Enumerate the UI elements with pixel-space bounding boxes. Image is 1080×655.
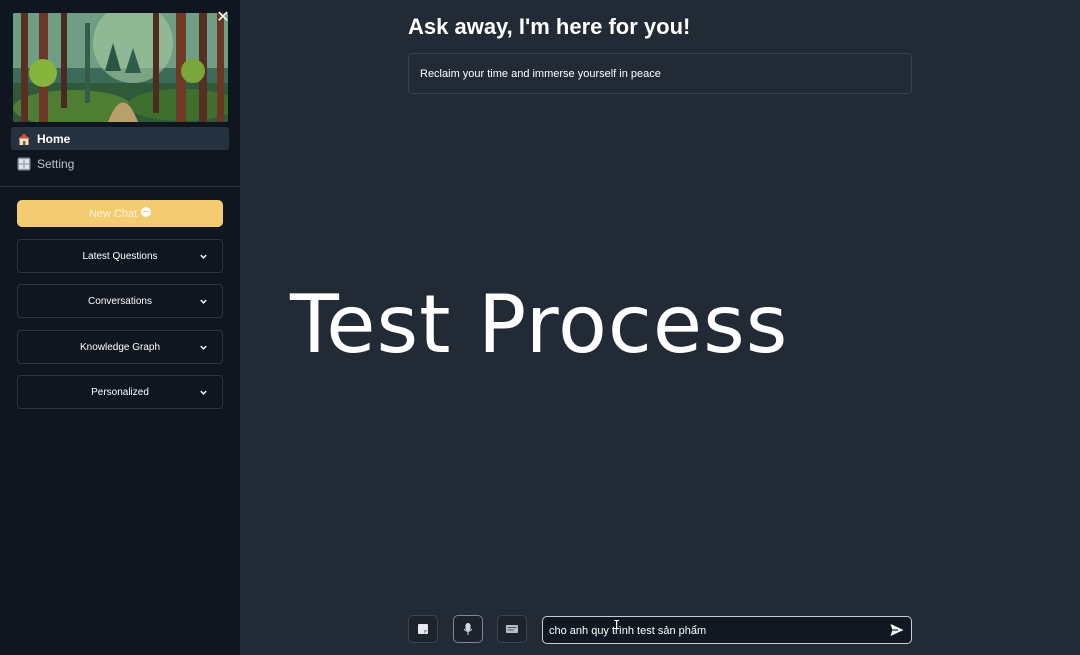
expander-label: Latest Questions	[82, 250, 158, 262]
page-title: Ask away, I'm here for you!	[408, 14, 691, 39]
expander-conversations[interactable]: Conversations	[17, 284, 223, 318]
expander-label: Knowledge Graph	[79, 341, 161, 353]
new-chat-button[interactable]: New Chat	[17, 200, 223, 227]
chevron-down-icon	[200, 299, 207, 304]
tagline-box: Reclaim your time and immerse yourself i…	[408, 53, 912, 94]
forest-illustration	[13, 13, 228, 122]
document-button[interactable]	[497, 615, 527, 643]
app: ✕ Home Setting New Chat Latest Questions…	[0, 0, 1080, 655]
expander-latest-questions[interactable]: Latest Questions	[17, 239, 223, 273]
microphone-button[interactable]	[453, 615, 483, 643]
expander-personalized[interactable]: Personalized	[17, 375, 223, 409]
expander-knowledge-graph[interactable]: Knowledge Graph	[17, 330, 223, 364]
chat-input[interactable]	[549, 621, 879, 641]
grid-icon	[17, 157, 31, 171]
nav-item-label: Setting	[37, 156, 75, 171]
main-area: Ask away, I'm here for you! Reclaim your…	[240, 0, 1080, 655]
text-cursor-icon: I	[613, 618, 621, 632]
microphone-icon	[463, 623, 473, 635]
sidebar-divider	[0, 186, 240, 187]
new-chat-label: New Chat	[88, 207, 138, 220]
chevron-down-icon	[200, 345, 207, 350]
overlay-title: Test Process	[290, 278, 789, 371]
chevron-down-icon	[200, 254, 207, 259]
expander-label: Conversations	[88, 295, 152, 307]
note-icon	[418, 624, 428, 634]
send-icon[interactable]	[889, 622, 905, 638]
note-button[interactable]	[408, 615, 438, 643]
sidebar: ✕ Home Setting New Chat Latest Questions…	[0, 0, 240, 655]
close-icon[interactable]: ✕	[214, 9, 232, 27]
nav-item-setting[interactable]: Setting	[11, 152, 229, 175]
chevron-down-icon	[200, 390, 207, 395]
nav-item-label: Home	[37, 131, 71, 146]
nav-item-home[interactable]: Home	[11, 127, 229, 150]
chat-input-box	[542, 616, 912, 644]
expander-label: Personalized	[91, 386, 149, 398]
chat-bubble-icon	[141, 206, 152, 217]
document-icon	[506, 625, 518, 633]
house-icon	[17, 132, 31, 146]
